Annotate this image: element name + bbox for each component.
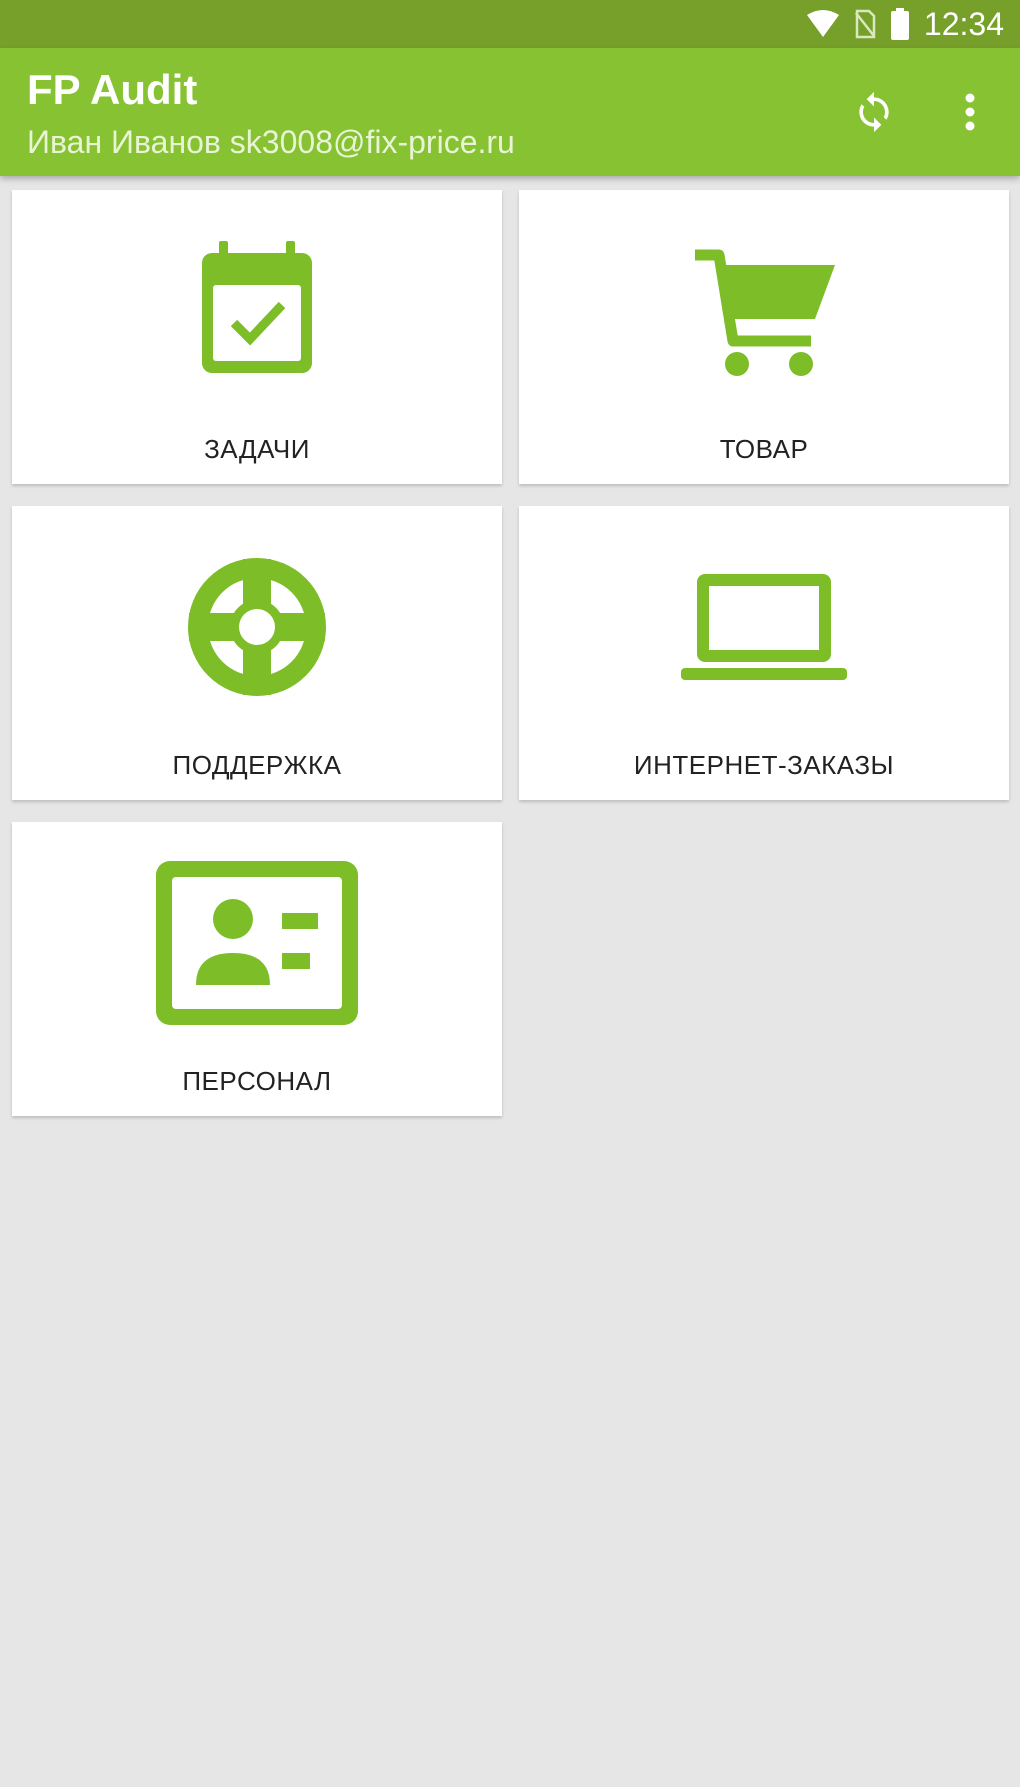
no-sim-icon — [854, 9, 876, 39]
tile-label: ПЕРСОНАЛ — [182, 1066, 332, 1096]
tile-goods[interactable]: ТОВАР — [519, 190, 1009, 484]
battery-icon — [890, 8, 910, 40]
app-title: FP Audit — [27, 66, 198, 113]
calendar-check-icon — [12, 236, 502, 386]
overflow-menu-button[interactable] — [942, 86, 998, 142]
tile-staff[interactable]: ПЕРСОНАЛ — [12, 822, 502, 1116]
wifi-icon — [806, 9, 840, 39]
app-bar: FP Audit Иван Иванов sk3008@fix-price.ru — [0, 48, 1020, 176]
laptop-icon — [519, 552, 1009, 702]
more-vert-icon — [963, 90, 977, 138]
status-bar: 12:34 — [0, 0, 1020, 48]
tile-label: ИНТЕРНЕТ-ЗАКАЗЫ — [633, 750, 895, 780]
tile-support[interactable]: ПОДДЕРЖКА — [12, 506, 502, 800]
tile-online-orders[interactable]: ИНТЕРНЕТ-ЗАКАЗЫ — [519, 506, 1009, 800]
id-card-icon — [12, 861, 502, 1025]
tile-tasks[interactable]: ЗАДАЧИ — [12, 190, 502, 484]
status-clock: 12:34 — [923, 5, 1004, 42]
sync-icon — [852, 90, 896, 138]
user-info: Иван Иванов sk3008@fix-price.ru — [27, 124, 515, 160]
tile-label: ПОДДЕРЖКА — [172, 750, 342, 780]
lifebuoy-icon — [12, 552, 502, 702]
shopping-cart-icon — [519, 236, 1009, 386]
tile-label: ТОВАР — [719, 434, 809, 464]
sync-button[interactable] — [846, 86, 902, 142]
tile-label: ЗАДАЧИ — [204, 434, 310, 464]
